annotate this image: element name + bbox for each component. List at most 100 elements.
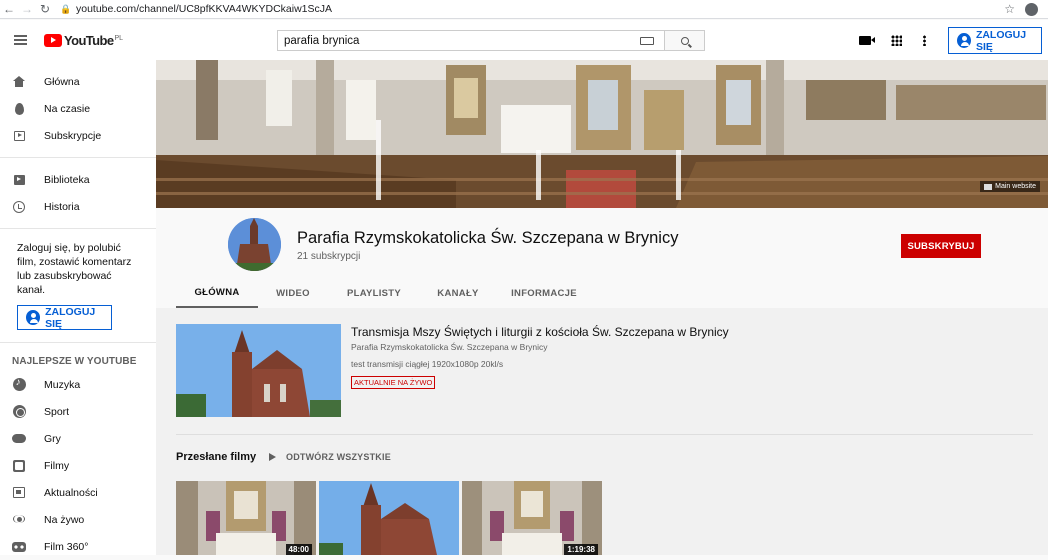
play-icon	[269, 453, 276, 461]
sidebar-item-home[interactable]: Główna	[0, 68, 156, 95]
tab-channels[interactable]: KANAŁY	[420, 278, 496, 308]
sidebar-item-label: Historia	[44, 200, 80, 213]
signin-prompt: Zaloguj się, by polubić film, zostawić k…	[17, 242, 132, 296]
channel-avatar[interactable]	[228, 218, 281, 271]
browser-toolbar: ← → ↻ 🔒 youtube.com/channel/UC8pfKKVA4WK…	[0, 0, 1048, 19]
play-all-button[interactable]: ODTWÓRZ WSZYSTKIE	[269, 452, 391, 462]
sidebar-item-label: Sport	[44, 405, 70, 418]
history-icon	[13, 200, 25, 213]
sidebar-signin-button[interactable]: ZALOGUJ SIĘ	[17, 305, 112, 330]
tab-playlists[interactable]: PLAYLISTY	[328, 278, 420, 308]
tab-videos[interactable]: WIDEO	[258, 278, 328, 308]
lock-icon: 🔒	[60, 3, 72, 14]
sidebar-item-gaming[interactable]: Gry	[0, 425, 156, 452]
featured-video-title[interactable]: Transmisja Mszy Świętych i liturgii z ko…	[351, 325, 729, 339]
sport-icon	[12, 405, 26, 418]
sidebar-item-label: Aktualności	[44, 486, 98, 499]
sidebar-divider	[0, 342, 156, 343]
sidebar-item-label: Na żywo	[44, 513, 85, 526]
sidebar-item-label: Główna	[44, 75, 80, 88]
featured-video-channel[interactable]: Parafia Rzymskokatolicka Św. Szczepana w…	[351, 342, 548, 352]
sidebar-item-trending[interactable]: Na czasie	[0, 95, 156, 122]
sidebar-item-news[interactable]: Aktualności	[0, 479, 156, 506]
movies-icon	[13, 459, 25, 472]
section-divider	[176, 434, 1033, 435]
music-icon	[12, 377, 26, 391]
subscriptions-icon	[13, 130, 25, 141]
menu-icon[interactable]	[0, 20, 40, 60]
news-icon	[13, 487, 25, 498]
channel-content: Transmisja Mszy Świętych i liturgii z ko…	[156, 308, 1048, 555]
more-settings-icon[interactable]	[923, 34, 926, 46]
trending-icon	[14, 102, 24, 115]
church-interior-photo	[156, 60, 1048, 208]
channel-title: Parafia Rzymskokatolicka Św. Szczepana w…	[297, 229, 679, 247]
search-input[interactable]	[278, 34, 640, 47]
keyboard-icon[interactable]	[640, 36, 654, 45]
channel-header: Parafia Rzymskokatolicka Św. Szczepana w…	[156, 208, 1048, 308]
banner-link[interactable]: Main website	[980, 181, 1040, 192]
live-badge: AKTUALNIE NA ŻYWO	[351, 376, 436, 389]
home-icon	[13, 76, 25, 87]
back-arrow-icon[interactable]: ←	[0, 0, 18, 18]
sidebar-item-music[interactable]: Muzyka	[0, 371, 156, 398]
user-icon	[957, 33, 971, 48]
sidebar-item-label: Filmy	[44, 459, 70, 472]
sidebar-item-label: Na czasie	[44, 102, 91, 115]
sidebar-item-history[interactable]: Historia	[0, 193, 156, 220]
video-thumbnail[interactable]: 48:00	[176, 481, 316, 555]
live-icon	[12, 514, 26, 526]
church-exterior-photo	[176, 324, 341, 417]
logo-text: YouTube	[64, 32, 114, 48]
create-video-icon[interactable]	[859, 35, 875, 45]
sidebar-item-label: Film 360°	[44, 540, 89, 553]
reload-icon[interactable]: ↻	[36, 0, 54, 18]
church-exterior-photo	[228, 218, 281, 271]
signin-label: ZALOGUJ SIĘ	[975, 28, 1027, 53]
website-icon	[984, 183, 993, 190]
sidebar-item-live[interactable]: Na żywo	[0, 506, 156, 533]
channel-banner: Main website	[156, 60, 1048, 208]
user-icon	[26, 310, 41, 325]
sidebar-item-360[interactable]: Film 360°	[0, 533, 156, 560]
uploads-shelf-title[interactable]: Przesłane filmy	[176, 451, 256, 463]
banner-link-label: Main website	[995, 183, 1036, 190]
bookmark-star-icon[interactable]: ☆	[1004, 2, 1015, 16]
tab-home[interactable]: GŁÓWNA	[176, 278, 258, 308]
sidebar-item-movies[interactable]: Filmy	[0, 452, 156, 479]
sidebar-item-subscriptions[interactable]: Subskrypcje	[0, 122, 156, 149]
channel-tabs: GŁÓWNA WIDEO PLAYLISTY KANAŁY INFORMACJE	[176, 278, 592, 308]
search-box	[277, 30, 665, 51]
church-exterior-photo	[319, 481, 459, 555]
apps-grid-icon[interactable]	[891, 34, 902, 46]
subscribe-button[interactable]: SUBSKRYBUJ	[901, 234, 981, 258]
video-thumbnail[interactable]: 1:19:38	[462, 481, 602, 555]
sidebar: Główna Na czasie Subskrypcje Biblioteka …	[0, 60, 156, 555]
featured-video-thumbnail[interactable]	[176, 324, 341, 417]
sidebar-item-label: Muzyka	[44, 378, 81, 391]
forward-arrow-icon[interactable]: →	[18, 0, 36, 18]
search-button[interactable]	[665, 30, 705, 51]
play-all-label: ODTWÓRZ WSZYSTKIE	[286, 452, 391, 462]
sidebar-item-library[interactable]: Biblioteka	[0, 166, 156, 193]
youtube-play-icon	[44, 33, 62, 47]
sidebar-item-sport[interactable]: Sport	[0, 398, 156, 425]
video-duration: 1:19:38	[564, 544, 598, 555]
sidebar-item-label: Subskrypcje	[44, 129, 102, 142]
logo-region: PL	[114, 34, 124, 42]
library-icon	[13, 174, 25, 185]
gaming-icon	[12, 434, 26, 443]
masthead: YouTube PL ZALOGUJ SIĘ	[0, 20, 1048, 60]
sidebar-divider	[0, 228, 156, 229]
signin-button[interactable]: ZALOGUJ SIĘ	[948, 27, 1042, 54]
youtube-logo[interactable]: YouTube PL	[44, 33, 123, 48]
browser-account-icon[interactable]	[1025, 2, 1038, 16]
sidebar-item-label: Gry	[44, 432, 61, 445]
tab-about[interactable]: INFORMACJE	[496, 278, 592, 308]
address-bar[interactable]: 🔒 youtube.com/channel/UC8pfKKVA4WKYDCkai…	[60, 1, 1004, 18]
search-icon	[680, 36, 689, 45]
video-thumbnail[interactable]	[319, 481, 459, 555]
url-text: youtube.com/channel/UC8pfKKVA4WKYDCkaiw1…	[76, 3, 333, 15]
featured-video-description: test transmisji ciągłej 1920x1080p 20kl/…	[351, 359, 504, 369]
video-duration: 48:00	[285, 544, 312, 555]
